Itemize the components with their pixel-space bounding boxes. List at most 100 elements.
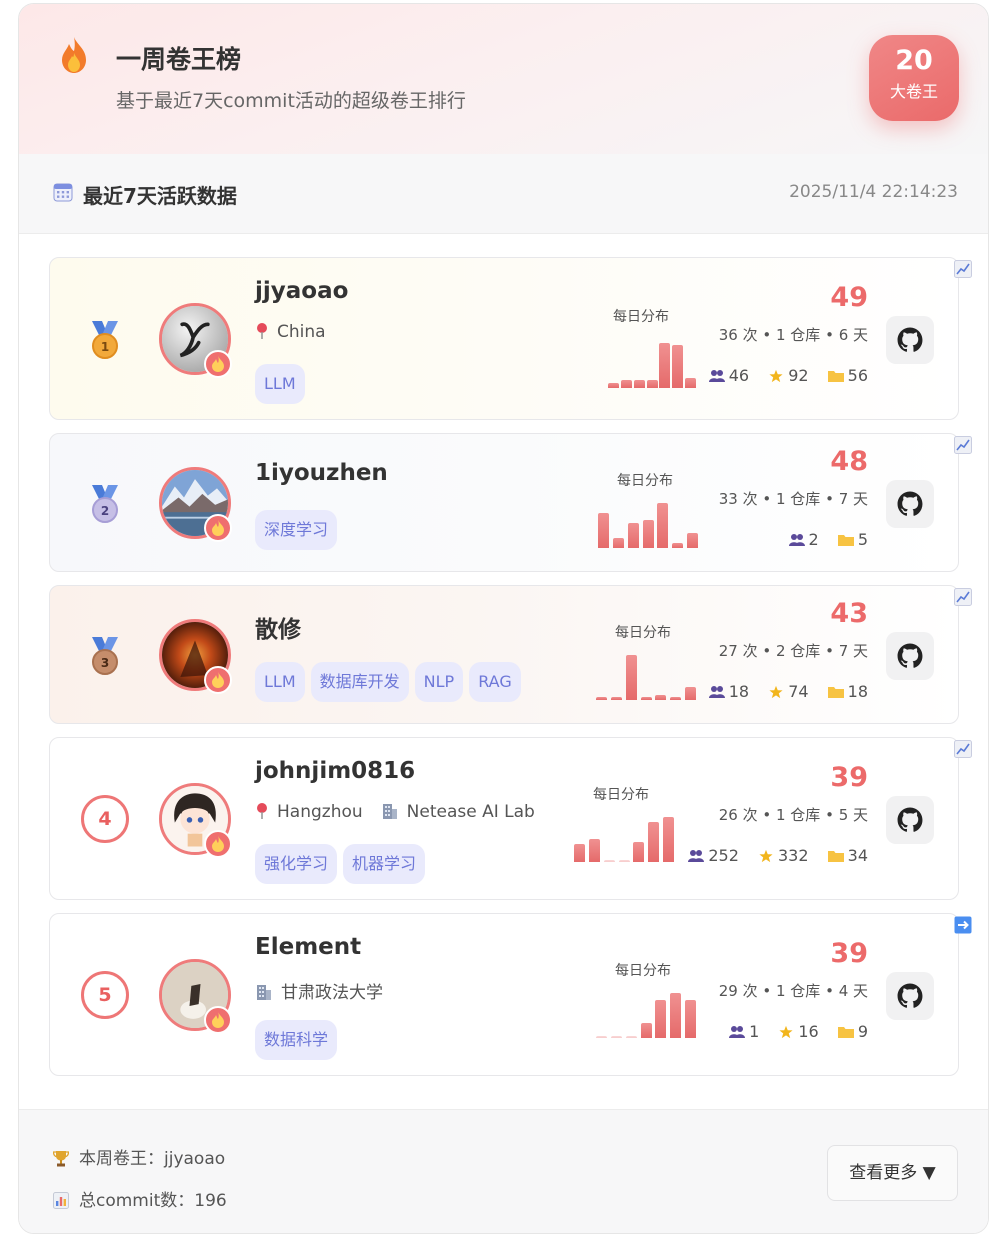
daily-bar [626,655,637,700]
daily-bar [687,533,698,548]
user-organization: 甘肃政法大学 [255,978,383,1003]
svg-text:2: 2 [101,504,109,518]
github-icon [897,491,923,516]
chart-up-icon [954,260,972,278]
daily-bar [670,697,681,700]
score: 43 [830,598,868,629]
projects-count: 5 [857,530,868,549]
tag[interactable]: 强化学习 [255,844,338,884]
commit-count: 29 次 [718,982,758,1000]
daily-bar [685,687,696,700]
day-count: 5 天 [838,806,868,824]
location-pin-icon [257,803,267,819]
projects-count: 56 [847,366,868,385]
daily-bar [611,1036,622,1038]
github-button[interactable] [886,632,934,680]
building-icon [257,985,271,1000]
tag[interactable]: 机器学习 [343,844,426,884]
trophy-icon [53,1151,69,1167]
tag[interactable]: LLM [255,662,305,702]
followers-icon [688,850,705,862]
tag[interactable]: LLM [255,364,305,404]
day-count: 7 天 [838,490,868,508]
tag[interactable]: RAG [469,662,521,702]
daily-bar [641,697,652,700]
score: 39 [830,762,868,793]
daily-bar [685,1000,696,1038]
user-row-sanxiu[interactable]: 3 散修 LLM 数据库开发 NLP RAG 每日分布 43 27 次 • 2 仓库 … [49,585,972,724]
projects-count: 34 [847,846,868,865]
svg-text:1: 1 [101,340,109,354]
followers-count: 252 [708,846,739,865]
total-commits-value: 196 [194,1191,227,1211]
user-row-johnjim0816[interactable]: 4 johnjim0816 Hangzhou Netease AI Lab 强化学… [49,737,972,900]
username[interactable]: Element [255,934,361,960]
stars-count: 332 [778,846,809,865]
commit-count: 26 次 [718,806,758,824]
username[interactable]: jjyaoao [255,278,348,304]
followers-count: 1 [749,1022,760,1041]
github-button[interactable] [886,972,934,1020]
projects-count: 9 [857,1022,868,1041]
commit-stats: 26 次 • 1 仓库 • 5 天 [718,806,868,824]
profile-stats: 2 5 [788,530,868,549]
fire-badge [204,666,232,694]
daily-bar [608,383,619,388]
total-commits: 总commit数：196 [53,1186,227,1211]
calendar-icon [53,183,73,202]
silver-medal-icon: 2 [92,485,118,523]
followers-count: 2 [808,530,819,549]
tag-list: 强化学习 机器学习 [255,844,431,884]
section-bar: 最近7天活跃数据 2025/11/4 22:14:23 [19,154,988,234]
daily-bar [657,503,668,548]
rank-number: 5 [81,971,129,1019]
total-commits-label: 总commit数： [79,1191,195,1211]
daily-bar [647,380,658,388]
tag[interactable]: 数据库开发 [310,662,409,702]
stars-count: 92 [788,366,809,385]
repo-count: 1 仓库 [775,326,821,344]
timestamp: 2025/11/4 22:14:23 [789,182,958,202]
github-button[interactable] [886,796,934,844]
svg-text:3: 3 [101,656,109,670]
view-more-button[interactable]: 查看更多 ▼ [827,1145,958,1201]
github-button[interactable] [886,316,934,364]
rank-number: 4 [81,795,129,843]
distribution-label: 每日分布 [613,309,669,325]
score: 48 [830,446,868,477]
user-row-jjyaoao[interactable]: 1 jjyaoao China LLM 每日分布 49 36 次 • 1 仓库 … [49,257,972,420]
tag-list: 数据科学 [255,1020,343,1060]
repo-count: 1 仓库 [775,806,821,824]
gold-medal-icon: 1 [92,321,118,359]
tag[interactable]: 数据科学 [255,1020,338,1060]
bronze-medal-icon: 3 [92,637,118,675]
star-icon [769,685,783,699]
username[interactable]: 散修 [255,610,301,644]
distribution-label: 每日分布 [615,963,671,979]
daily-distribution-chart [607,338,697,388]
daily-bar [596,1036,607,1038]
user-location: China [255,322,326,342]
username[interactable]: johnjim0816 [255,758,415,784]
user-row-1iyouzhen[interactable]: 2 1iyouzhen 深度学习 每日分布 48 33 次 • 1 仓库 • 7… [49,433,972,572]
repo-count: 1 仓库 [775,490,821,508]
location-text: Hangzhou [277,802,363,822]
github-button[interactable] [886,480,934,528]
username[interactable]: 1iyouzhen [255,460,388,486]
distribution-label: 每日分布 [617,473,673,489]
flame-icon [212,1012,224,1028]
commit-count: 27 次 [718,642,758,660]
daily-bar [670,993,681,1038]
tag[interactable]: NLP [414,662,464,702]
daily-bar [633,842,644,862]
daily-bar [655,1000,666,1038]
daily-bar [628,523,639,548]
tag[interactable]: 深度学习 [255,510,338,550]
folder-icon [837,535,854,546]
commit-stats: 27 次 • 2 仓库 • 7 天 [718,642,868,660]
leaderboard-card: 一周卷王榜 基于最近7天commit活动的超级卷王排行 20 大卷王 最近7天活… [18,3,989,1234]
daily-bar [643,520,654,548]
user-row-element[interactable]: 5 Element 甘肃政法大学 数据科学 每日分布 39 29 次 • 1 仓… [49,913,972,1076]
profile-stats: 252 332 34 [688,846,868,865]
weekly-king: 本周卷王：jjyaoao [53,1144,225,1169]
